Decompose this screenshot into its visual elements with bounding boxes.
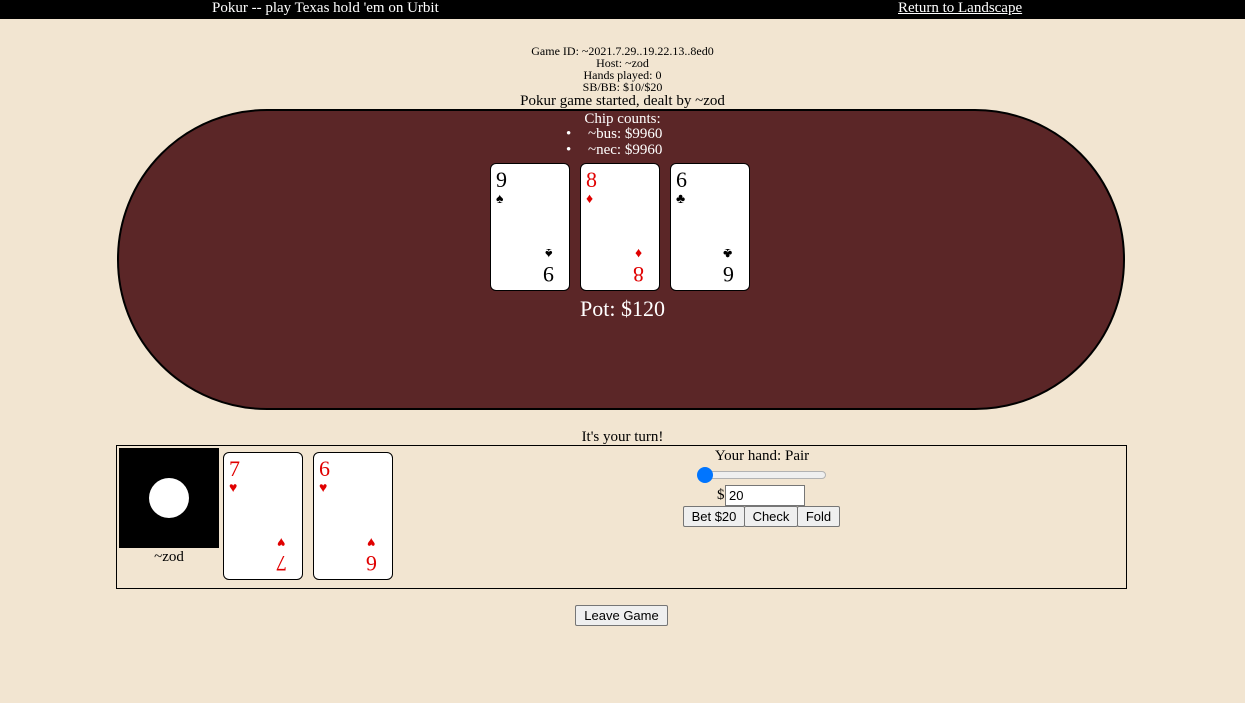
bet-slider-handle[interactable] (697, 467, 713, 483)
card-suit-icon: ♥ (366, 534, 375, 549)
chip-count-text: ~bus: $9960 (588, 126, 663, 142)
currency-symbol: $ (717, 487, 725, 503)
top-bar: Pokur -- play Texas hold 'em on Urbit Re… (0, 0, 1245, 19)
player-name: ~zod (154, 549, 184, 565)
card-rank: 8 (586, 167, 597, 192)
board-card: 9 ♠ ♠ 9 (490, 163, 570, 291)
leave-game-button[interactable]: Leave Game (575, 605, 668, 626)
card-rank: 7 (276, 551, 287, 576)
card-rank: 9 (543, 262, 554, 287)
bet-slider[interactable] (697, 467, 826, 483)
board-card: 8 ♦ ♦ 8 (580, 163, 660, 291)
hand-strength: Your hand: Pair (714, 448, 810, 464)
card-rank: 6 (676, 167, 687, 192)
card-suit-icon: ♦ (586, 192, 594, 207)
chip-count-text: ~nec: $9960 (588, 142, 663, 158)
fold-button[interactable]: Fold (797, 506, 840, 527)
card-suit-icon: ♥ (319, 481, 328, 496)
app-title: Pokur -- play Texas hold 'em on Urbit (212, 0, 439, 16)
card-rank: 8 (633, 262, 644, 287)
card-suit-icon: ♠ (544, 245, 552, 260)
avatar-dot-icon (149, 478, 189, 518)
bet-amount-input[interactable] (725, 485, 805, 506)
return-to-landscape-link[interactable]: Return to Landscape (898, 0, 1022, 17)
card-rank: 7 (229, 456, 240, 481)
list-bullet: • (566, 142, 572, 158)
card-rank: 6 (723, 262, 734, 287)
card-rank: 6 (366, 551, 377, 576)
game-status: Pokur game started, dealt by ~zod (520, 93, 725, 109)
avatar (119, 448, 219, 548)
card-suit-icon: ♠ (496, 192, 504, 207)
card-suit-icon: ♥ (276, 534, 285, 549)
card-suit-icon: ♥ (229, 481, 238, 496)
pot-amount: Pot: $120 (580, 296, 665, 321)
card-suit-icon: ♦ (634, 245, 642, 260)
turn-message: It's your turn! (581, 429, 664, 445)
hole-card: 7 ♥ ♥ 7 (223, 452, 303, 580)
hole-card: 6 ♥ ♥ 6 (313, 452, 393, 580)
card-rank: 6 (319, 456, 330, 481)
bet-button[interactable]: Bet $20 (683, 506, 745, 527)
check-button[interactable]: Check (744, 506, 798, 527)
card-suit-icon: ♣ (676, 192, 686, 207)
list-bullet: • (566, 126, 572, 142)
card-rank: 9 (496, 167, 507, 192)
card-suit-icon: ♣ (722, 245, 732, 260)
board-card: 6 ♣ ♣ 6 (670, 163, 750, 291)
